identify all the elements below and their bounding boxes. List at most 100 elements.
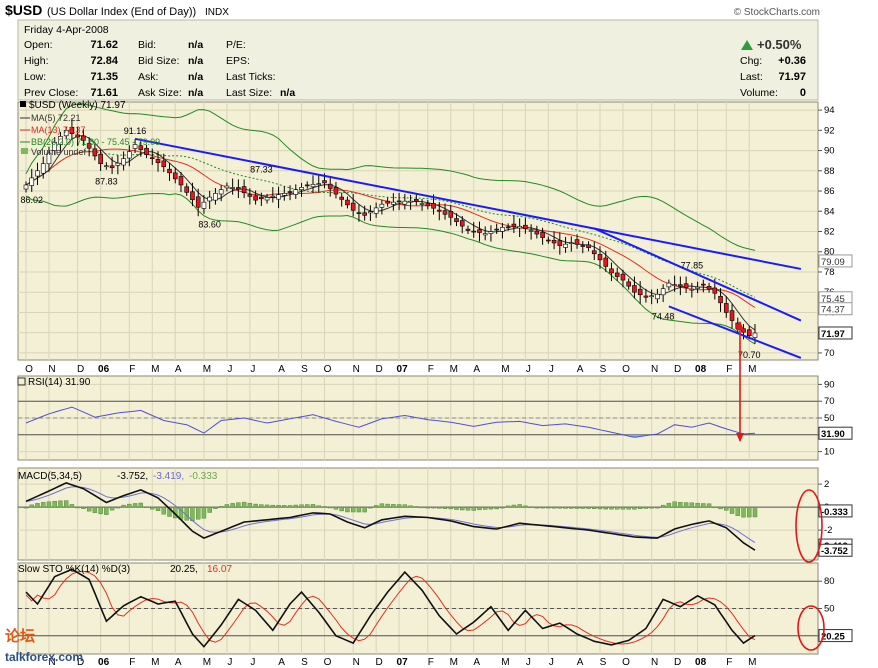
macd-histogram-bar: [643, 506, 649, 509]
macd-histogram-bar: [477, 506, 482, 511]
macd-histogram-bar: [632, 506, 637, 510]
candle: [597, 254, 603, 261]
x-tick-label: S: [600, 364, 607, 375]
candle: [253, 195, 258, 201]
candle: [304, 184, 310, 187]
x-tick-label: O: [622, 657, 630, 668]
candle: [264, 197, 270, 201]
candle: [368, 211, 373, 214]
candle: [586, 244, 591, 248]
x-tick-label: N: [48, 364, 55, 375]
macd-histogram-bar: [672, 501, 677, 508]
macd-histogram-bar: [259, 504, 264, 508]
bidask-value: n/a: [188, 87, 203, 99]
candle: [178, 176, 184, 186]
y-tick-label: -2: [824, 525, 832, 536]
candle: [402, 200, 408, 205]
summary-label: Last:: [740, 71, 763, 83]
candle: [695, 286, 700, 289]
x-tick-label: A: [577, 657, 584, 668]
candle: [350, 202, 356, 211]
price-point-label: 70.70: [738, 350, 761, 360]
macd-histogram-bar: [379, 503, 385, 508]
x-tick-label: A: [473, 657, 480, 668]
chart-exchange: INDX: [205, 7, 229, 18]
x-tick-label: A: [473, 364, 480, 375]
x-tick-label: J: [526, 364, 531, 375]
candle: [672, 284, 677, 286]
x-tick-label: O: [25, 364, 33, 375]
macd-histogram-bar: [299, 504, 304, 508]
brand-url: talkforex.com: [5, 650, 83, 664]
x-tick-label: F: [428, 657, 434, 668]
candle: [333, 186, 339, 195]
macd-histogram-bar: [350, 506, 356, 513]
price-point-label: 87.33: [250, 165, 273, 175]
macd-histogram-bar: [448, 506, 453, 510]
value-flag: -0.333: [821, 507, 848, 518]
macd-histogram-bar: [471, 506, 476, 511]
candle: [477, 229, 482, 233]
summary-value: 0: [800, 87, 806, 99]
macd-histogram-bar: [666, 502, 672, 508]
x-tick-label: 07: [397, 657, 409, 668]
candle: [144, 148, 149, 155]
misc-label: Last Ticks:: [226, 71, 276, 83]
macd-histogram-bar: [132, 503, 138, 508]
x-tick-label: M: [501, 364, 509, 375]
candle: [649, 295, 654, 298]
candle: [236, 187, 241, 190]
macd-histogram-bar: [724, 506, 729, 511]
macd-histogram-bar: [362, 506, 367, 513]
candle: [666, 282, 672, 288]
y-tick-label: 84: [824, 206, 835, 217]
candle: [373, 207, 379, 214]
candle: [723, 303, 729, 313]
price-legend-label: $USD (Weekly) 71.97: [29, 100, 126, 111]
watermark: © StockCharts.com: [734, 7, 820, 18]
macd-histogram-bar: [316, 505, 321, 508]
macd-histogram-bar: [425, 506, 430, 509]
candle: [459, 220, 465, 227]
candle: [482, 233, 488, 236]
macd-histogram-bar: [574, 506, 580, 509]
candle: [201, 201, 207, 209]
candle: [23, 184, 29, 190]
volume-swatch: [21, 148, 28, 154]
x-tick-label: O: [324, 364, 332, 375]
macd-histogram-bar: [402, 504, 408, 508]
x-tick-label: F: [726, 657, 732, 668]
summary-label: Chg:: [740, 55, 762, 67]
candle: [195, 196, 201, 208]
x-tick-label: N: [353, 657, 360, 668]
misc-label: Last Size:: [226, 87, 272, 99]
x-tick-label: D: [674, 364, 681, 375]
x-tick-label: F: [129, 364, 135, 375]
x-tick-label: M: [203, 364, 211, 375]
summary-value: 71.97: [778, 71, 806, 83]
macd-histogram-bar: [729, 506, 735, 514]
macd-histogram-bar: [155, 506, 161, 511]
x-tick-label: D: [376, 657, 383, 668]
candle: [345, 199, 350, 206]
macd-histogram-bar: [150, 506, 155, 510]
value-flag: -3.752: [821, 546, 848, 557]
macd-legend-signal: -3.419,: [153, 471, 184, 482]
candle: [551, 239, 557, 244]
macd-histogram-bar: [247, 503, 253, 508]
macd-histogram-bar: [494, 506, 499, 510]
candle: [155, 158, 161, 164]
macd-histogram-bar: [92, 506, 98, 513]
candle: [609, 268, 614, 274]
candle: [92, 148, 98, 157]
x-tick-label: F: [428, 364, 434, 375]
x-tick-label: A: [278, 364, 285, 375]
candle: [281, 193, 287, 196]
sto-legend-name: Slow STO %K(14) %D(3): [18, 564, 130, 575]
candle: [172, 172, 178, 180]
misc-value: n/a: [280, 87, 295, 99]
candle: [184, 186, 190, 193]
macd-histogram-bar: [408, 505, 413, 508]
bidask-label: Ask:: [138, 71, 158, 83]
candle: [563, 243, 568, 248]
